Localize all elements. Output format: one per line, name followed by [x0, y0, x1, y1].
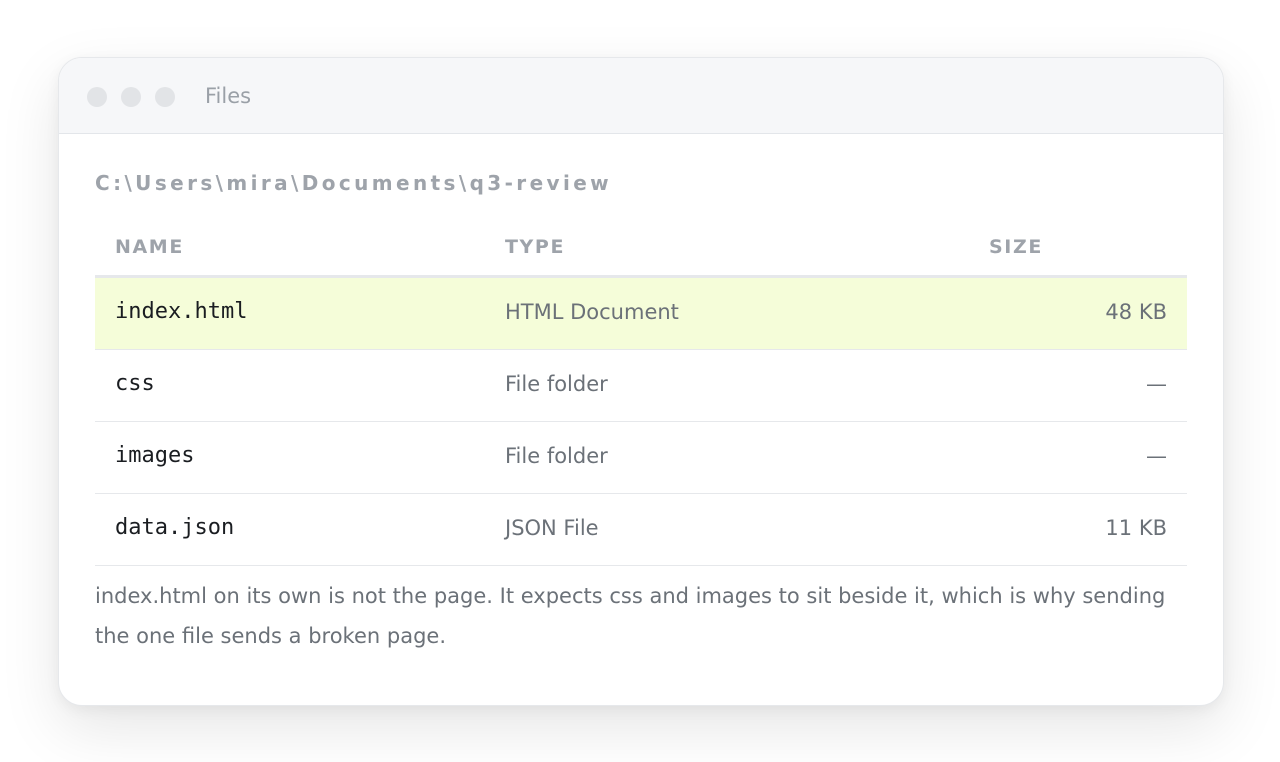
file-name: images: [115, 443, 195, 468]
column-header-name[interactable]: NAME: [115, 236, 184, 258]
file-type: HTML Document: [505, 300, 679, 324]
file-table: NAME TYPE SIZE index.html HTML Document …: [95, 222, 1187, 566]
window-titlebar: Files: [59, 58, 1223, 134]
window-title: Files: [205, 84, 252, 108]
table-row[interactable]: css File folder —: [95, 350, 1187, 422]
table-row[interactable]: index.html HTML Document 48 KB: [95, 278, 1187, 350]
table-header: NAME TYPE SIZE: [95, 222, 1187, 278]
column-header-size[interactable]: SIZE: [989, 236, 1043, 258]
window-maximize-button[interactable]: [155, 87, 175, 107]
column-header-type[interactable]: TYPE: [505, 236, 565, 258]
file-size: 11 KB: [1105, 516, 1167, 540]
file-size: 48 KB: [1105, 300, 1167, 324]
file-type: File folder: [505, 444, 608, 468]
explanation-note: index.html on its own is not the page. I…: [95, 584, 1166, 648]
file-name: css: [115, 371, 155, 396]
file-size: —: [1146, 444, 1167, 468]
file-type: File folder: [505, 372, 608, 396]
folder-path: C:\Users\mira\Documents\q3-review: [95, 171, 613, 195]
window-close-button[interactable]: [87, 87, 107, 107]
window-minimize-button[interactable]: [121, 87, 141, 107]
file-name: index.html: [115, 299, 248, 324]
file-type: JSON File: [505, 516, 599, 540]
table-row[interactable]: data.json JSON File 11 KB: [95, 494, 1187, 566]
file-name: data.json: [115, 515, 235, 540]
file-explorer-window: Files C:\Users\mira\Documents\q3-review …: [58, 57, 1224, 706]
table-row[interactable]: images File folder —: [95, 422, 1187, 494]
file-size: —: [1146, 372, 1167, 396]
